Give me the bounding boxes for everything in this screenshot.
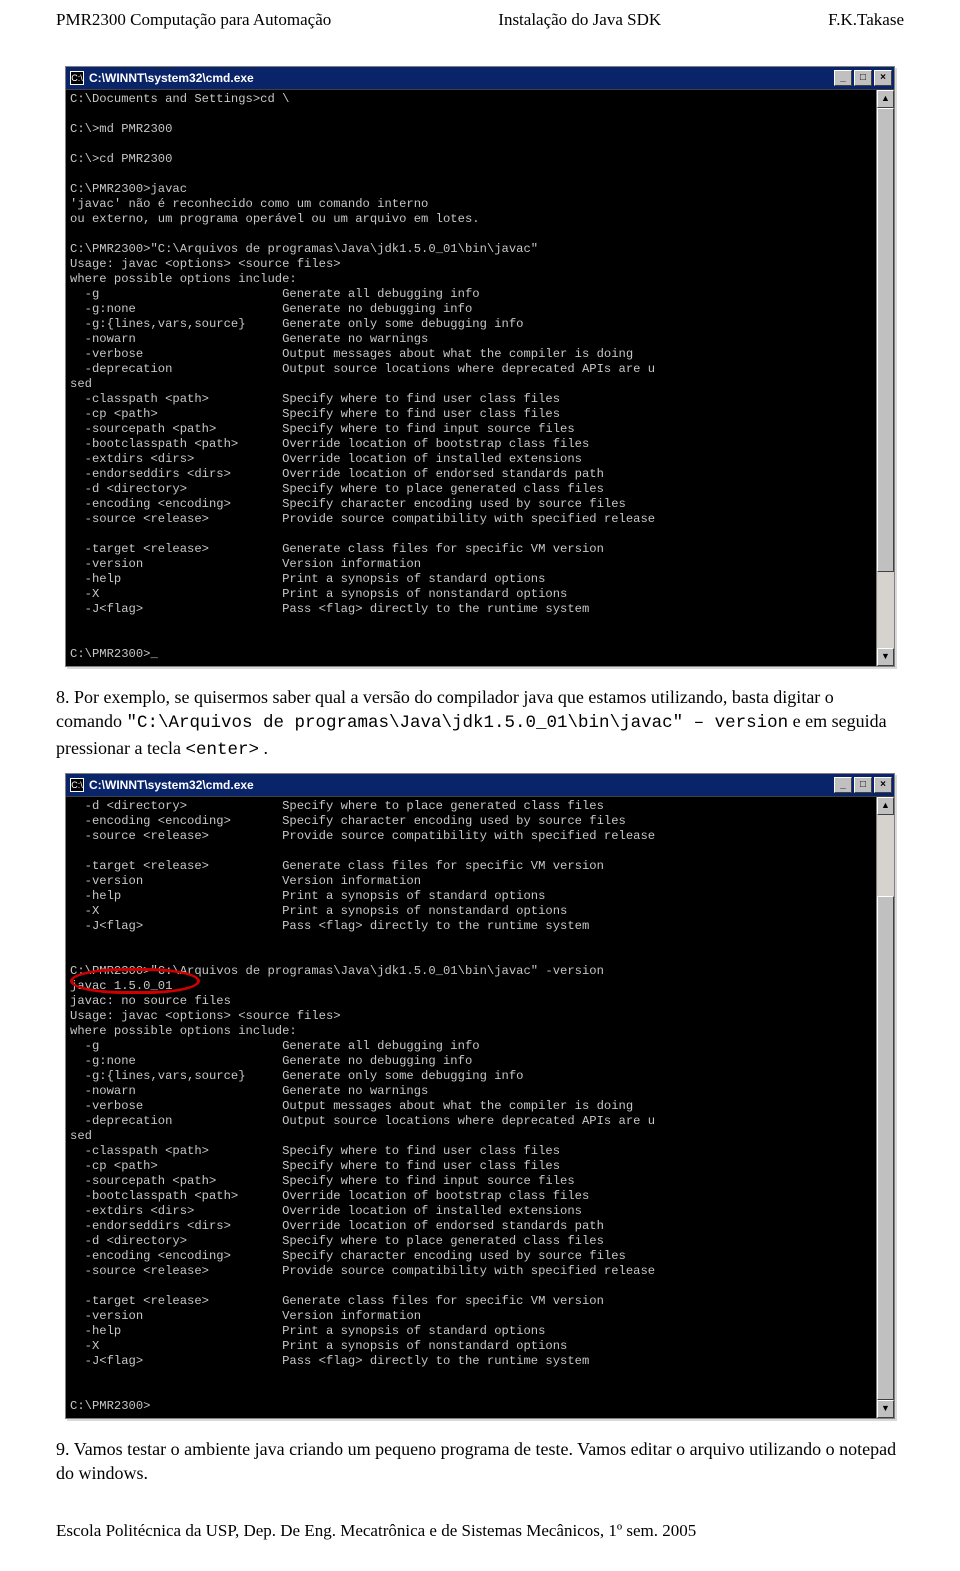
list-number: 8. (56, 687, 70, 707)
cmd-title: C:\WINNT\system32\cmd.exe (89, 778, 832, 792)
cmd-titlebar[interactable]: C:\ C:\WINNT\system32\cmd.exe _ □ × (66, 774, 894, 796)
close-button[interactable]: × (874, 777, 892, 793)
scroll-thumb[interactable] (877, 896, 894, 1399)
cmd-icon: C:\ (70, 778, 84, 792)
para-text: Vamos testar o ambiente java criando um … (56, 1439, 896, 1483)
cmd-window-2: C:\ C:\WINNT\system32\cmd.exe _ □ × -d <… (65, 773, 895, 1419)
scroll-thumb[interactable] (877, 108, 894, 572)
scroll-down-icon[interactable]: ▼ (877, 648, 894, 666)
minimize-button[interactable]: _ (834, 777, 852, 793)
cmd-titlebar[interactable]: C:\ C:\WINNT\system32\cmd.exe _ □ × (66, 67, 894, 89)
para-text: . (263, 738, 268, 758)
list-number: 9. (56, 1439, 70, 1459)
code-command: "C:\Arquivos de programas\Java\jdk1.5.0_… (126, 713, 788, 733)
cmd-icon: C:\ (70, 71, 84, 85)
header-right: F.K.Takase (828, 10, 904, 30)
scroll-down-icon[interactable]: ▼ (877, 1400, 894, 1418)
cmd-output-1[interactable]: C:\Documents and Settings>cd \ C:\>md PM… (66, 90, 876, 666)
paragraph-8: 8. Por exemplo, se quisermos saber qual … (56, 685, 904, 763)
scroll-up-icon[interactable]: ▲ (877, 90, 894, 108)
page-footer: Escola Politécnica da USP, Dep. De Eng. … (56, 1521, 904, 1541)
scroll-track[interactable] (877, 815, 894, 1400)
paragraph-9: 9. Vamos testar o ambiente java criando … (56, 1437, 904, 1486)
maximize-button[interactable]: □ (854, 70, 872, 86)
scrollbar[interactable]: ▲ ▼ (876, 797, 894, 1418)
close-button[interactable]: × (874, 70, 892, 86)
scrollbar[interactable]: ▲ ▼ (876, 90, 894, 666)
header-left: PMR2300 Computação para Automação (56, 10, 331, 30)
page-header: PMR2300 Computação para Automação Instal… (56, 10, 904, 30)
cmd-title: C:\WINNT\system32\cmd.exe (89, 71, 832, 85)
minimize-button[interactable]: _ (834, 70, 852, 86)
scroll-up-icon[interactable]: ▲ (877, 797, 894, 815)
cmd-window-1: C:\ C:\WINNT\system32\cmd.exe _ □ × C:\D… (65, 66, 895, 667)
code-enter: <enter> (185, 740, 259, 760)
header-mid: Instalação do Java SDK (498, 10, 661, 30)
cmd-output-2[interactable]: -d <directory> Specify where to place ge… (66, 797, 876, 1418)
maximize-button[interactable]: □ (854, 777, 872, 793)
scroll-track[interactable] (877, 108, 894, 648)
